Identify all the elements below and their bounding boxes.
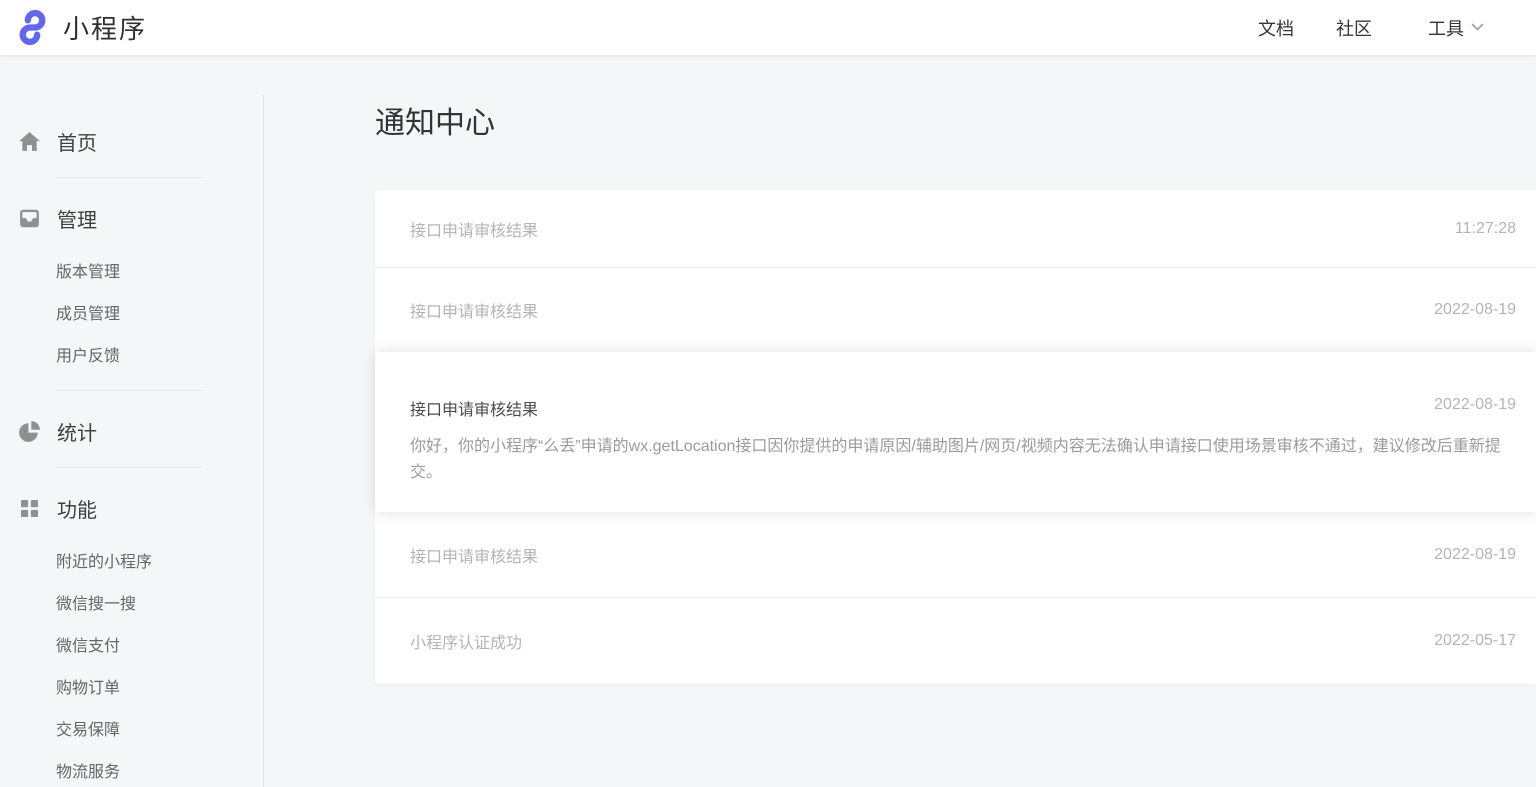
notification-title: 接口申请审核结果: [410, 217, 538, 241]
chevron-down-icon: [1471, 23, 1484, 32]
notification-title: 接口申请审核结果: [410, 543, 538, 567]
sidebar-sublist-manage: 版本管理 成员管理 用户反馈: [17, 252, 264, 378]
sidebar-divider: [56, 390, 202, 391]
sidebar-item-version-manage[interactable]: 版本管理: [17, 252, 264, 294]
main-content: 通知中心 接口申请审核结果 11:27:28 接口申请审核结果 2022-08-…: [264, 55, 1536, 787]
app-title: 小程序: [63, 9, 147, 46]
sidebar-divider: [56, 467, 202, 468]
inbox-icon: [17, 206, 41, 230]
notification-title: 小程序认证成功: [410, 629, 522, 653]
sidebar-item-wechat-pay[interactable]: 微信支付: [17, 626, 264, 668]
sidebar-divider: [56, 177, 202, 178]
notification-list: 接口申请审核结果 11:27:28 接口申请审核结果 2022-08-19 接口…: [375, 190, 1536, 684]
notification-time: 2022-08-19: [1434, 546, 1516, 564]
notification-row[interactable]: 接口申请审核结果 11:27:28: [375, 190, 1536, 268]
nav-docs[interactable]: 文档: [1258, 15, 1294, 41]
sidebar-item-features[interactable]: 功能: [17, 494, 264, 522]
sidebar-item-nearby-miniprograms[interactable]: 附近的小程序: [17, 542, 264, 584]
notification-time: 2022-08-19: [1434, 301, 1516, 319]
nav-tools[interactable]: 工具: [1428, 15, 1484, 41]
nav-community[interactable]: 社区: [1336, 15, 1372, 41]
top-nav: 文档 社区 工具: [1216, 15, 1484, 41]
app-header: 小程序 文档 社区 工具: [0, 0, 1536, 55]
notification-time: 2022-08-19: [1434, 396, 1516, 414]
sidebar-item-shopping-orders[interactable]: 购物订单: [17, 668, 264, 710]
sidebar-item-logistics-service[interactable]: 物流服务: [17, 752, 264, 787]
sidebar-item-wechat-search[interactable]: 微信搜一搜: [17, 584, 264, 626]
sidebar: 首页 管理 版本管理 成员管理 用户反馈: [0, 55, 264, 787]
sidebar-sublist-features: 附近的小程序 微信搜一搜 微信支付 购物订单 交易保障 物流服务: [17, 542, 264, 787]
sidebar-item-member-manage[interactable]: 成员管理: [17, 294, 264, 336]
notification-row[interactable]: 接口申请审核结果 2022-08-19: [375, 512, 1536, 598]
sidebar-item-manage[interactable]: 管理: [17, 204, 264, 232]
sidebar-item-home[interactable]: 首页: [17, 127, 264, 155]
notification-row-expanded[interactable]: 接口申请审核结果 2022-08-19 你好，你的小程序“么丢”申请的wx.ge…: [375, 352, 1536, 512]
notification-title: 接口申请审核结果: [410, 396, 538, 420]
home-icon: [17, 129, 41, 153]
miniprogram-logo-icon: [14, 9, 51, 46]
notification-time: 11:27:28: [1455, 220, 1516, 238]
notification-time: 2022-05-17: [1434, 632, 1516, 650]
sidebar-item-statistics[interactable]: 统计: [17, 417, 264, 445]
notification-row[interactable]: 小程序认证成功 2022-05-17: [375, 598, 1536, 684]
sidebar-item-transaction-guarantee[interactable]: 交易保障: [17, 710, 264, 752]
notification-title: 接口申请审核结果: [410, 298, 538, 322]
grid-icon: [17, 496, 41, 520]
page-title: 通知中心: [375, 105, 1536, 143]
notification-body: 你好，你的小程序“么丢”申请的wx.getLocation接口因你提供的申请原因…: [410, 434, 1515, 486]
notification-row[interactable]: 接口申请审核结果 2022-08-19: [375, 268, 1536, 352]
sidebar-item-user-feedback[interactable]: 用户反馈: [17, 336, 264, 378]
miniprogram-logo[interactable]: 小程序: [14, 9, 147, 46]
pie-chart-icon: [17, 419, 41, 443]
